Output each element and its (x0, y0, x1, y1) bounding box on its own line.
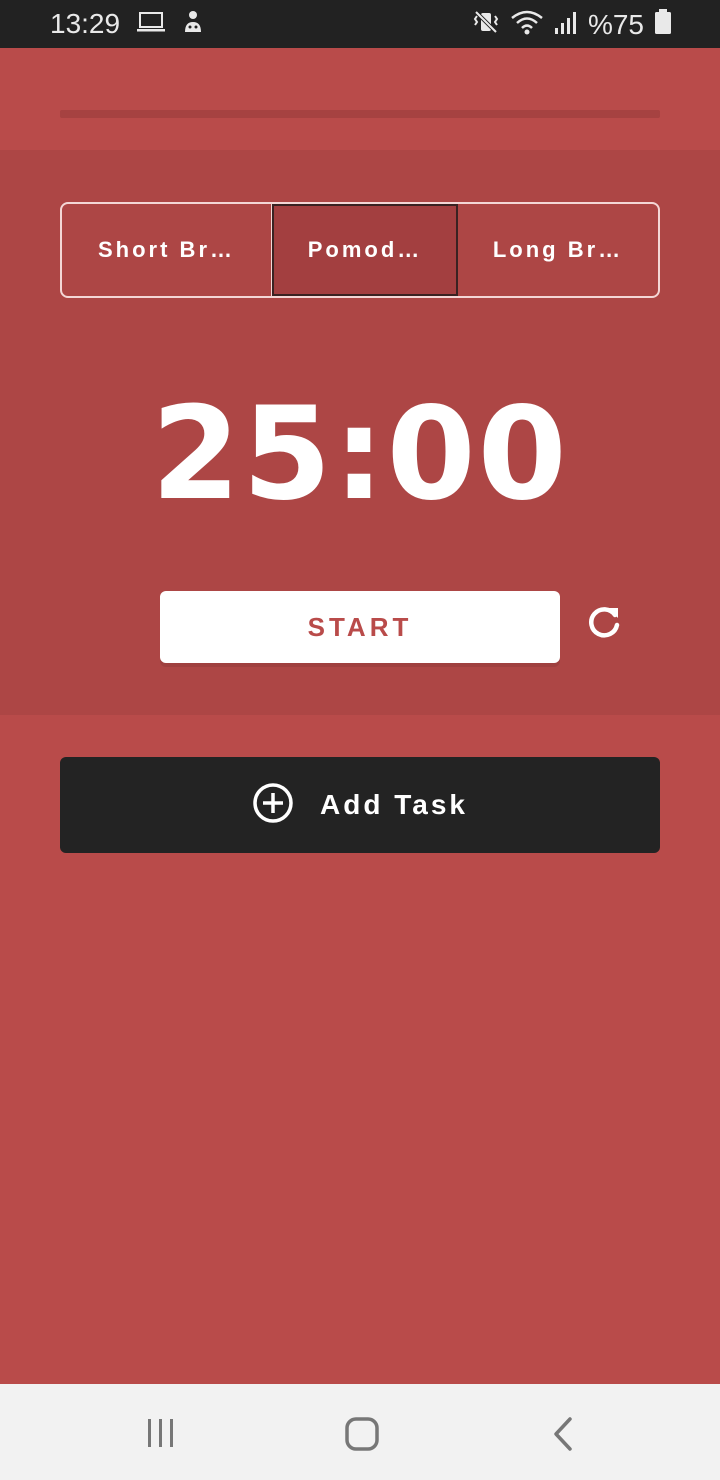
tab-long-break[interactable]: Long Br… (458, 204, 658, 296)
status-bar: 13:29 %75 (0, 0, 720, 48)
recent-apps-icon[interactable] (145, 1416, 177, 1455)
start-button[interactable]: START (160, 591, 560, 663)
laptop-icon (136, 10, 166, 39)
back-icon[interactable] (550, 1416, 576, 1457)
add-task-label: Add Task (320, 789, 468, 820)
tab-short-break[interactable]: Short Br… (62, 204, 272, 296)
tab-pomodoro-label: Pomod… (307, 237, 423, 262)
android-debug-icon (180, 8, 206, 41)
session-progress (60, 110, 660, 118)
timer-display: 25:00 (151, 380, 569, 529)
signal-icon (554, 8, 578, 41)
vibrate-mute-icon (472, 8, 500, 41)
start-button-label: START (307, 611, 413, 642)
reset-button[interactable] (583, 604, 625, 646)
add-task-button[interactable]: Add Task (60, 757, 660, 853)
wifi-icon (510, 8, 544, 41)
tab-long-break-label: Long Br… (492, 237, 624, 262)
tab-pomodoro[interactable]: Pomod… (272, 204, 458, 296)
navigation-bar (0, 1384, 720, 1480)
status-left-icons (136, 10, 206, 38)
status-time: 13:29 (50, 8, 121, 39)
status-right: %75 (472, 8, 672, 41)
refresh-icon (584, 603, 624, 648)
tab-short-break-label: Short Br… (98, 237, 235, 262)
battery-icon (654, 8, 672, 41)
battery-percent: %75 (587, 8, 644, 40)
plus-circle-icon (252, 782, 294, 829)
home-icon[interactable] (344, 1416, 380, 1457)
top-bar (0, 48, 720, 150)
mode-tabs: Short Br… Pomod… Long Br… (60, 202, 660, 298)
